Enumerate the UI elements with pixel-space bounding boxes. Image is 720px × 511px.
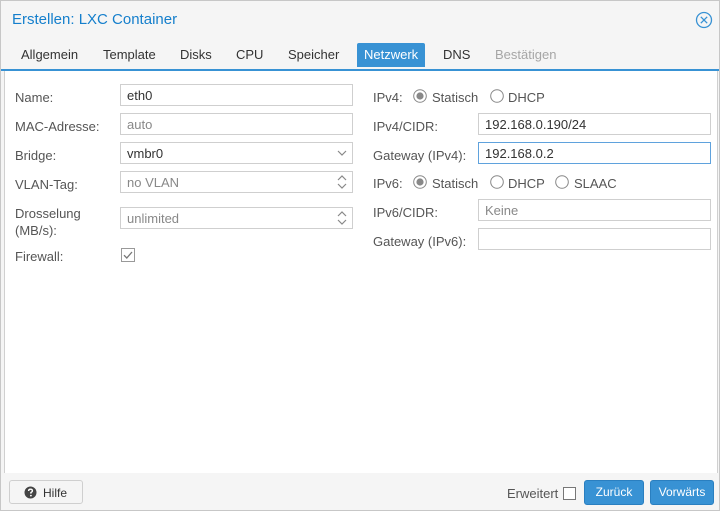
dialog-titlebar: Erstellen: LXC Container	[1, 1, 719, 39]
bridge-value: vmbr0	[127, 146, 164, 161]
tab-disks[interactable]: Disks	[173, 43, 219, 67]
bridge-label: Bridge:	[15, 148, 57, 163]
advanced-checkbox[interactable]	[563, 487, 576, 500]
ipv6-dhcp-radio[interactable]	[490, 175, 504, 189]
question-icon	[24, 486, 37, 499]
tab-netzwerk[interactable]: Netzwerk	[357, 43, 426, 67]
ipv4-static-radio[interactable]	[413, 89, 427, 103]
network-form: Name: MAC-Adresse: Bridge: vmbr0 VLAN-Ta…	[4, 71, 718, 474]
tab-bestaetigen: Bestätigen	[495, 47, 557, 62]
gateway4-label: Gateway (IPv4):	[373, 148, 467, 163]
ipv4-label: IPv4:	[373, 90, 403, 105]
ipv6-static-label[interactable]: Statisch	[432, 176, 478, 191]
mac-input[interactable]	[120, 113, 353, 135]
help-button-label: Hilfe	[43, 486, 68, 500]
name-input[interactable]	[120, 84, 353, 106]
dialog-title: Erstellen: LXC Container	[12, 11, 178, 28]
gateway6-input[interactable]	[478, 228, 711, 250]
spinner-arrows-icon[interactable]	[332, 208, 352, 228]
spinner-arrows-icon[interactable]	[332, 172, 352, 192]
ipv4-cidr-input[interactable]	[478, 113, 711, 135]
tab-template[interactable]: Template	[96, 43, 163, 67]
rate-spinner[interactable]: unlimited	[120, 207, 353, 229]
ipv6-cidr-input[interactable]	[478, 199, 711, 221]
create-lxc-dialog: Erstellen: LXC Container Allgemein Templ…	[0, 0, 720, 511]
dialog-footer: Hilfe Erweitert Zurück Vorwärts	[1, 473, 719, 510]
ipv6-static-radio[interactable]	[413, 175, 427, 189]
mac-label: MAC-Adresse:	[15, 119, 100, 134]
ipv4-static-label[interactable]: Statisch	[432, 90, 478, 105]
ipv6-dhcp-label[interactable]: DHCP	[508, 176, 545, 191]
tab-cpu[interactable]: CPU	[229, 43, 270, 67]
firewall-label: Firewall:	[15, 249, 64, 264]
tab-allgemein[interactable]: Allgemein	[14, 43, 85, 67]
help-button[interactable]: Hilfe	[9, 480, 83, 504]
tab-bar: Allgemein Template Disks CPU Speicher Ne…	[1, 39, 719, 71]
vlan-spinner[interactable]: no VLAN	[120, 171, 353, 193]
back-button[interactable]: Zurück	[584, 480, 644, 505]
tab-dns[interactable]: DNS	[436, 43, 477, 67]
ipv6-label: IPv6:	[373, 176, 403, 191]
ipv6-cidr-label: IPv6/CIDR:	[373, 205, 439, 220]
ipv6-slaac-radio[interactable]	[555, 175, 569, 189]
bridge-select[interactable]: vmbr0	[120, 142, 353, 164]
chevron-down-icon[interactable]	[332, 143, 352, 163]
close-icon[interactable]	[695, 11, 713, 29]
advanced-label: Erweitert	[507, 486, 559, 501]
firewall-checkbox[interactable]	[121, 248, 135, 262]
gateway4-input[interactable]	[478, 142, 711, 164]
ipv4-dhcp-radio[interactable]	[490, 89, 504, 103]
vlan-placeholder: no VLAN	[127, 175, 180, 190]
rate-placeholder: unlimited	[127, 211, 180, 226]
name-label: Name:	[15, 90, 54, 105]
vlan-label: VLAN-Tag:	[15, 177, 78, 192]
ipv4-dhcp-label[interactable]: DHCP	[508, 90, 545, 105]
ipv4-cidr-label: IPv4/CIDR:	[373, 119, 439, 134]
ipv6-slaac-label[interactable]: SLAAC	[574, 176, 617, 191]
next-button[interactable]: Vorwärts	[650, 480, 714, 505]
rate-label-line2: (MB/s):	[15, 223, 57, 238]
tab-speicher[interactable]: Speicher	[281, 43, 346, 67]
gateway6-label: Gateway (IPv6):	[373, 234, 467, 249]
rate-label-line1: Drosselung	[15, 206, 81, 221]
